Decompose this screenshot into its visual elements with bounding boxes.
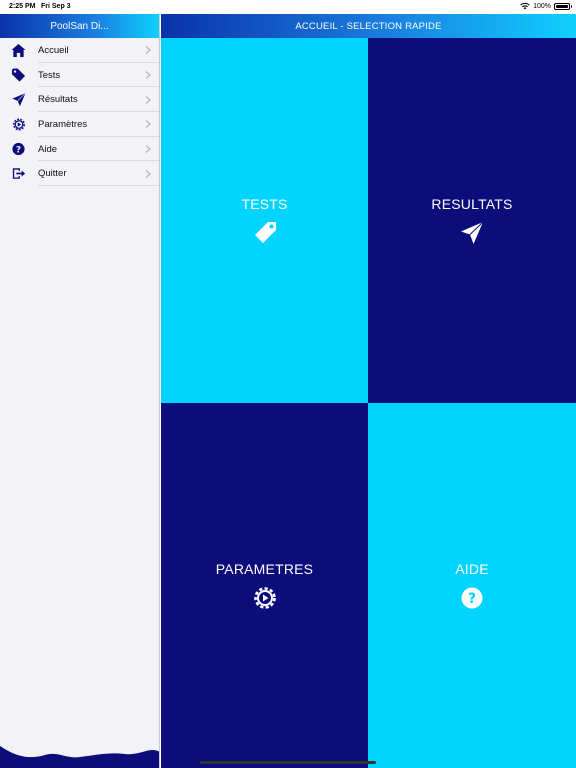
gear-icon (11, 117, 26, 132)
sidebar-menu: Accueil Tests Résultats Paramètres ? Aid… (0, 38, 159, 187)
sidebar-item-label: Résultats (38, 94, 78, 106)
question-icon: ? (11, 142, 26, 157)
sidebar-item-aide[interactable]: ? Aide (0, 137, 159, 162)
status-bar: 2:25 PM Fri Sep 3 100% (0, 0, 576, 14)
svg-text:?: ? (16, 145, 21, 155)
tile-resultats[interactable]: RESULTATS (368, 38, 576, 403)
divider (38, 185, 159, 187)
chevron-right-icon (145, 169, 151, 178)
sidebar-item-label: Accueil (38, 44, 69, 56)
sidebar: PoolSan Di... Accueil Tests Résultats Pa… (0, 14, 160, 768)
paper-plane-icon (11, 92, 26, 107)
wifi-icon (520, 2, 530, 10)
tile-tests[interactable]: TESTS (161, 38, 368, 403)
sidebar-item-tests[interactable]: Tests (0, 63, 159, 88)
tile-parametres[interactable]: PARAMETRES (161, 403, 368, 768)
tile-aide[interactable]: AIDE ? (368, 403, 576, 768)
home-indicator[interactable] (200, 761, 376, 764)
tile-label: PARAMETRES (215, 560, 314, 577)
sidebar-item-resultats[interactable]: Résultats (0, 87, 159, 113)
question-icon: ? (459, 585, 485, 611)
tile-label: TESTS (241, 195, 288, 212)
chevron-right-icon (145, 145, 151, 154)
sidebar-title: PoolSan Di... (0, 14, 159, 38)
page-title: ACCUEIL - SELECTION RAPIDE (161, 14, 576, 38)
tile-label: RESULTATS (431, 195, 513, 212)
sidebar-item-quitter[interactable]: Quitter (0, 161, 159, 187)
sidebar-item-label: Quitter (38, 168, 67, 180)
sidebar-item-label: Paramètres (38, 118, 88, 130)
sidebar-item-label: Aide (38, 143, 58, 155)
sidebar-item-parametres[interactable]: Paramètres (0, 112, 159, 137)
tile-label: AIDE (455, 560, 489, 577)
sidebar-item-label: Tests (38, 69, 61, 81)
status-time: 2:25 PM (9, 3, 36, 10)
battery-icon (554, 2, 572, 10)
tag-icon (11, 68, 26, 83)
paper-plane-icon (459, 220, 485, 246)
chevron-right-icon (145, 95, 151, 104)
chevron-right-icon (145, 71, 151, 79)
battery-percent: 100% (533, 2, 551, 10)
tag-icon (252, 220, 278, 246)
home-icon (11, 43, 26, 58)
chevron-right-icon (145, 120, 151, 129)
sidebar-wave-decoration (0, 746, 159, 768)
sidebar-item-accueil[interactable]: Accueil (0, 38, 159, 63)
exit-icon (11, 166, 26, 181)
status-right: 100% (520, 2, 572, 10)
gear-icon (252, 585, 278, 611)
svg-text:?: ? (468, 591, 476, 607)
chevron-right-icon (145, 46, 151, 55)
status-date: Fri Sep 3 (41, 3, 71, 10)
